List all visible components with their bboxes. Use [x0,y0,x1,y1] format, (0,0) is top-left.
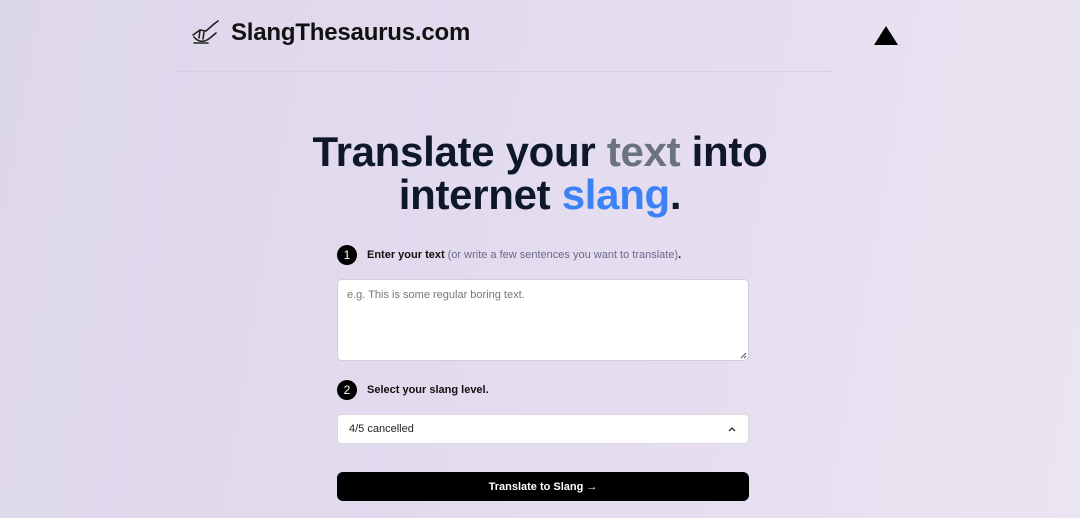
step-2: 2 Select your slang level. [337,380,489,400]
step-1-number: 1 [337,245,357,265]
hero-text-1: Translate your [312,128,607,175]
step-1-period: . [678,249,682,261]
hero-text-2: into [680,128,768,175]
hero-text-4: . [669,171,682,218]
hero-title: Translate your text into internet slang. [0,130,1080,216]
hero-text-3: internet [398,171,562,218]
triangle-up-icon[interactable] [873,25,899,46]
brand-name[interactable]: SlangThesaurus.com [231,19,470,47]
step-1: 1 Enter your text (or write a few senten… [337,245,681,265]
step-1-hint: (or write a few sentences you want to tr… [447,249,679,261]
hero-highlight-text: text [606,128,681,175]
writing-hand-icon[interactable] [190,18,222,46]
translate-button[interactable]: Translate to Slang → [337,472,749,501]
step-2-label: Select your slang level. [367,384,489,396]
slang-level-select[interactable]: 4/5 cancelled [337,414,749,444]
chevron-up-icon [728,427,736,432]
hero-highlight-slang: slang [561,171,671,218]
step-2-number: 2 [337,380,357,400]
text-input[interactable] [337,279,749,361]
site-header: SlangThesaurus.com [176,0,832,72]
step-1-label: Enter your text [367,249,445,261]
slang-level-value: 4/5 cancelled [349,423,414,435]
